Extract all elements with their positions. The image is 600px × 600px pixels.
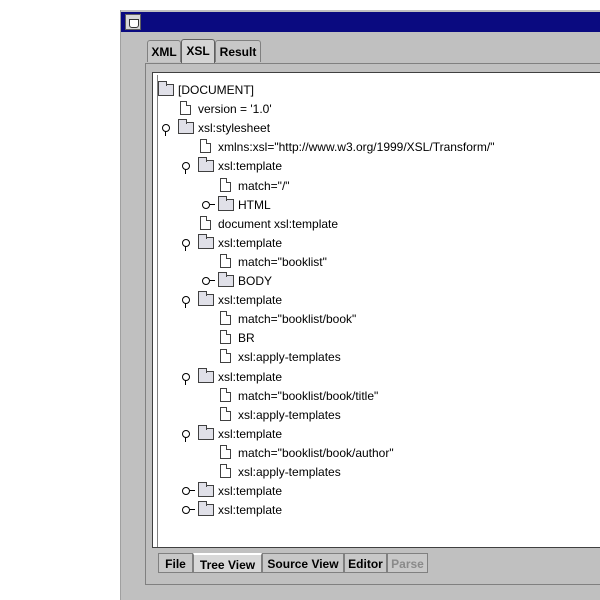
tree-folder-node[interactable]: [DOCUMENT]: [158, 81, 598, 99]
tree-node-label: match="booklist/book/author": [238, 445, 394, 460]
tree-node-label: match="booklist/book": [238, 312, 357, 327]
document-icon: [220, 464, 231, 478]
tree-leaf-node[interactable]: xmlns:xsl="http://www.w3.org/1999/XSL/Tr…: [158, 138, 598, 156]
document-icon: [220, 387, 231, 402]
tree-node-label: xsl:stylesheet: [198, 121, 271, 136]
tree-leaf-node[interactable]: match="booklist/book/author": [158, 444, 598, 462]
tree-node-label: version = '1.0': [198, 102, 272, 117]
document-icon: [220, 311, 231, 326]
tree-folder-node[interactable]: xsl:template: [158, 157, 598, 175]
document-icon: [220, 406, 231, 421]
tree-node-label: xsl:template: [218, 484, 283, 499]
expanded-handle-icon[interactable]: [182, 429, 190, 442]
document-icon: [220, 444, 231, 459]
tree-node-label: xsl:template: [218, 235, 283, 250]
tree-folder-node[interactable]: xsl:template: [158, 291, 598, 309]
tree-leaf-node[interactable]: BR: [158, 329, 598, 347]
document-icon: [200, 215, 211, 230]
folder-icon: [198, 291, 214, 307]
tree-node-label: xsl:template: [218, 503, 283, 518]
tree-node-label: xsl:apply-templates: [238, 407, 341, 422]
tree-folder-node[interactable]: HTML: [158, 195, 598, 214]
tab-tree-view[interactable]: Tree View: [193, 553, 262, 573]
tree-node-label: match="/": [238, 178, 290, 193]
folder-icon: [218, 272, 234, 287]
tree-node-label: BR: [238, 331, 255, 346]
tab-file[interactable]: File: [158, 553, 193, 573]
tab-editor[interactable]: Editor: [344, 553, 387, 573]
folder-icon: [198, 482, 214, 498]
tree-view[interactable]: [DOCUMENT] version = '1.0' xsl:stylesheet x…: [152, 72, 600, 548]
tree-leaf-node[interactable]: match="booklist": [158, 253, 598, 271]
tree-node-label: xsl:template: [218, 293, 283, 308]
folder-icon: [198, 501, 214, 517]
app-window: XML XSL Result [DOCUMENT] version = '1.0'…: [120, 10, 600, 600]
collapsed-handle-icon[interactable]: [182, 487, 195, 496]
title-bar[interactable]: [121, 12, 600, 32]
tree-node-label: xsl:template: [218, 369, 283, 384]
document-icon: [180, 101, 191, 116]
tree-container: [DOCUMENT] version = '1.0' xsl:stylesheet x…: [157, 75, 600, 547]
folder-icon: [178, 119, 194, 135]
tab-result[interactable]: Result: [215, 40, 261, 62]
tab-xsl[interactable]: XSL: [181, 39, 215, 63]
tree-node-label: match="booklist/book/title": [238, 388, 379, 403]
document-icon: [220, 177, 231, 192]
folder-icon: [198, 367, 214, 383]
java-cup-icon[interactable]: [125, 14, 141, 30]
tab-parse: Parse: [387, 553, 428, 573]
tree-node-label: [DOCUMENT]: [178, 83, 254, 97]
expanded-handle-icon[interactable]: [162, 124, 170, 137]
document-icon: [220, 349, 231, 364]
folder-icon: [158, 81, 174, 96]
document-icon: [220, 253, 231, 268]
tree-leaf-node[interactable]: xsl:apply-templates: [158, 406, 598, 424]
tree-leaf-node[interactable]: version = '1.0': [158, 100, 598, 118]
tree-node-label: BODY: [238, 274, 273, 288]
tree-folder-node[interactable]: xsl:template: [158, 424, 598, 443]
document-icon: [200, 139, 211, 154]
expanded-handle-icon[interactable]: [182, 296, 190, 309]
document-icon: [220, 330, 231, 345]
tree-leaf-node[interactable]: document xsl:template: [158, 215, 598, 233]
folder-icon: [198, 157, 214, 173]
tree-folder-node[interactable]: xsl:template: [158, 501, 598, 519]
collapsed-handle-icon[interactable]: [202, 277, 215, 285]
tree-folder-node[interactable]: BODY: [158, 272, 598, 290]
tab-xml[interactable]: XML: [147, 40, 181, 62]
tree-folder-node[interactable]: xsl:stylesheet: [158, 119, 598, 137]
tree-folder-node[interactable]: xsl:template: [158, 367, 598, 386]
expanded-handle-icon[interactable]: [182, 372, 190, 385]
tree-node-label: xsl:template: [218, 426, 283, 441]
tab-source-view[interactable]: Source View: [262, 553, 344, 573]
tree-leaf-node[interactable]: xsl:apply-templates: [158, 348, 598, 366]
tree-node-label: xmlns:xsl="http://www.w3.org/1999/XSL/Tr…: [218, 140, 495, 155]
tree-node-label: HTML: [238, 197, 271, 212]
collapsed-handle-icon[interactable]: [202, 200, 215, 209]
expanded-handle-icon[interactable]: [182, 162, 190, 175]
tree-leaf-node[interactable]: xsl:apply-templates: [158, 463, 598, 481]
tree-node-label: match="booklist": [238, 254, 327, 269]
tree-leaf-node[interactable]: match="booklist/book": [158, 310, 598, 328]
tree-node-label: document xsl:template: [218, 216, 339, 231]
tree-node-label: xsl:template: [218, 159, 283, 174]
tree-node-label: xsl:apply-templates: [238, 465, 341, 479]
tree-folder-node[interactable]: xsl:template: [158, 233, 598, 252]
collapsed-handle-icon[interactable]: [182, 506, 195, 515]
tree-leaf-node[interactable]: match="/": [158, 177, 598, 195]
folder-icon: [198, 424, 214, 440]
folder-icon: [198, 233, 214, 249]
tree-leaf-node[interactable]: match="booklist/book/title": [158, 387, 598, 405]
expanded-handle-icon[interactable]: [182, 238, 190, 251]
tree-folder-node[interactable]: xsl:template: [158, 482, 598, 500]
tree-node-label: xsl:apply-templates: [238, 350, 341, 365]
folder-icon: [218, 195, 234, 211]
